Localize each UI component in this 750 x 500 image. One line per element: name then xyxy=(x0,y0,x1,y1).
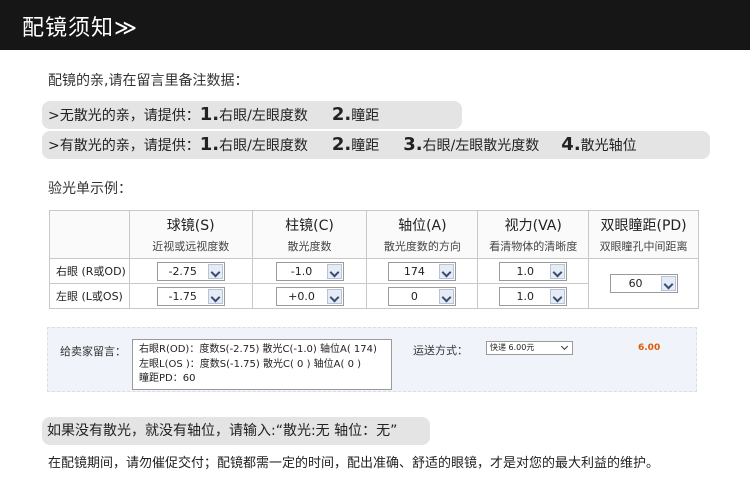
table-corner-cell xyxy=(49,210,130,259)
select-value: 0 xyxy=(410,289,418,303)
column-subtitle: 双眼瞳孔中间距离 xyxy=(599,240,688,253)
no-astig-item-text: 右眼/左眼度数 xyxy=(219,108,308,124)
astig-item-num: 1. xyxy=(199,134,220,155)
select-value: -1.0 xyxy=(290,264,313,278)
page-title: 配镜须知≫ xyxy=(22,16,139,41)
message-line: 左眼L(OS )：度数S(-1.75) 散光C( 0 ) 轴位A( 0 ) xyxy=(139,358,362,370)
row-label: 右眼 (R或OD) xyxy=(49,258,130,284)
astig-item-num: 3. xyxy=(403,134,423,155)
shipping-method-select[interactable]: 快递 6.00元 xyxy=(486,341,573,355)
no-astigmatism-note: 如果没有散光，就没有轴位，请输入:“散光:无 轴位：无” xyxy=(42,417,430,445)
va-select-left[interactable]: 1.0 xyxy=(499,286,568,306)
chevron-down-icon xyxy=(326,288,342,304)
select-value: -2.75 xyxy=(168,264,197,278)
pd-select[interactable]: 60 xyxy=(609,274,678,293)
select-value: 1.0 xyxy=(516,289,534,303)
column-header-cylinder: 柱镜(C) 散光度数 xyxy=(251,210,368,259)
column-header-axis: 轴位(A) 散光度数的方向 xyxy=(366,210,479,259)
chevron-down-icon xyxy=(550,263,566,279)
cylinder-select-right[interactable]: -1.0 xyxy=(275,261,344,281)
sphere-cell: -1.75 xyxy=(128,283,253,309)
row-label: 左眼 (L或OS) xyxy=(49,283,130,309)
message-line: 右眼R(OD)：度数S(-2.75) 散光C(-1.0) 轴位A( 174) xyxy=(139,344,377,355)
no-astig-item-num: 1. xyxy=(199,104,220,125)
column-subtitle: 散光度数 xyxy=(287,240,332,253)
no-astig-item-text: 瞳距 xyxy=(351,108,380,124)
select-value: +0.0 xyxy=(288,289,315,303)
cylinder-select-left[interactable]: +0.0 xyxy=(275,286,344,306)
intro-text: 配镜的亲,请在留言里备注数据： xyxy=(48,73,249,89)
shipping-value: 快递 6.00元 xyxy=(490,343,535,352)
column-subtitle: 看清物体的清晰度 xyxy=(489,240,578,253)
no-astig-item-num: 2. xyxy=(331,104,352,125)
column-title: 柱镜(C) xyxy=(285,218,334,234)
message-label: 给卖家留言： xyxy=(60,345,126,358)
chevron-down-icon xyxy=(439,263,455,279)
axis-cell: 174 xyxy=(366,258,479,284)
astig-prefix: >有散光的亲，请提供： xyxy=(48,138,200,154)
chevron-down-icon xyxy=(550,288,566,304)
axis-select-left[interactable]: 0 xyxy=(388,286,457,306)
footer-notice: 在配镜期间，请勿催促交付；配镜都需一定的时间，配出准确、舒适的眼镜，才是对您的最… xyxy=(48,456,660,471)
chevron-down-icon xyxy=(326,263,342,279)
astig-item-text: 右眼/左眼度数 xyxy=(219,138,308,154)
seller-message-textarea[interactable]: 右眼R(OD)：度数S(-2.75) 散光C(-1.0) 轴位A( 174) 左… xyxy=(132,339,392,390)
column-header-visual-acuity: 视力(VA) 看清物体的清晰度 xyxy=(477,210,590,259)
column-subtitle: 散光度数的方向 xyxy=(383,240,461,253)
astig-item-num: 4. xyxy=(561,134,581,155)
select-value: 1.0 xyxy=(516,264,534,278)
va-cell: 1.0 xyxy=(477,258,590,284)
astig-item-text: 右眼/左眼散光度数 xyxy=(422,138,540,154)
axis-select-right[interactable]: 174 xyxy=(388,261,457,281)
shipping-price: 6.00 xyxy=(638,343,661,353)
axis-cell: 0 xyxy=(366,283,479,309)
astig-item-text: 瞳距 xyxy=(351,138,380,154)
column-header-pd: 双眼瞳距(PD) 双眼瞳孔中间距离 xyxy=(588,210,699,259)
cylinder-cell: -1.0 xyxy=(251,258,368,284)
select-value: 174 xyxy=(403,264,425,278)
chevron-down-icon xyxy=(439,288,455,304)
cylinder-cell: +0.0 xyxy=(251,283,368,309)
chevron-down-icon xyxy=(207,263,223,279)
sample-section-title: 验光单示例： xyxy=(48,181,132,197)
select-value: 60 xyxy=(628,277,643,290)
column-title: 视力(VA) xyxy=(504,218,562,234)
chevron-down-icon xyxy=(207,288,223,304)
shipping-label: 运送方式： xyxy=(413,344,468,357)
astig-item-text: 散光轴位 xyxy=(580,138,637,154)
va-select-right[interactable]: 1.0 xyxy=(499,261,568,281)
chevron-down-icon xyxy=(660,276,676,291)
astig-item-num: 2. xyxy=(331,134,352,155)
chevron-down-icon xyxy=(560,343,571,353)
message-line: 瞳距PD：60 xyxy=(139,373,196,384)
column-title: 轴位(A) xyxy=(398,218,447,234)
table-row-right-eye: 右眼 (R或OD) -2.75 -1.0 174 1.0 60 xyxy=(49,258,699,309)
va-cell: 1.0 xyxy=(477,283,590,309)
column-header-sphere: 球镜(S) 近视或远视度数 xyxy=(128,210,253,259)
pd-cell: 60 xyxy=(588,258,699,309)
no-astig-prefix: >无散光的亲，请提供： xyxy=(48,108,200,124)
column-title: 双眼瞳距(PD) xyxy=(600,218,687,234)
select-value: -1.75 xyxy=(168,289,197,303)
astigmatism-instructions: >有散光的亲，请提供：1.右眼/左眼度数 2.瞳距 3.右眼/左眼散光度数 4.散光轴… xyxy=(42,131,710,159)
no-astigmatism-instructions: >无散光的亲，请提供：1.右眼/左眼度数 2.瞳距 xyxy=(42,101,462,129)
sphere-select-left[interactable]: -1.75 xyxy=(156,286,225,306)
column-subtitle: 近视或远视度数 xyxy=(152,240,230,253)
sphere-select-right[interactable]: -2.75 xyxy=(156,261,225,281)
prescription-table: 球镜(S) 近视或远视度数 柱镜(C) 散光度数 轴位(A) 散光度数的方向 视力(V… xyxy=(49,210,699,309)
column-title: 球镜(S) xyxy=(166,218,215,234)
header-bar: 配镜须知≫ xyxy=(0,0,750,50)
sphere-cell: -2.75 xyxy=(128,258,253,284)
